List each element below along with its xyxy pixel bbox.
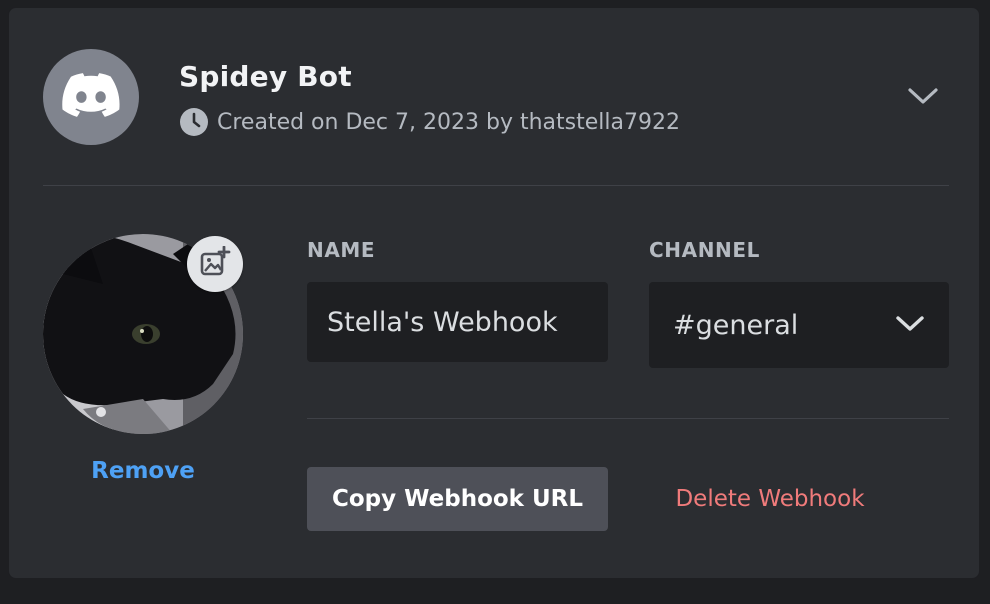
collapse-toggle[interactable] xyxy=(905,85,941,111)
remove-avatar-link[interactable]: Remove xyxy=(43,458,243,484)
name-label: NAME xyxy=(307,238,376,262)
created-text: Created on Dec 7, 2023 by thatstella7922 xyxy=(217,109,680,135)
webhook-avatar-container xyxy=(43,234,243,434)
created-info: Created on Dec 7, 2023 by thatstella7922 xyxy=(179,107,680,137)
webhook-name-input[interactable] xyxy=(307,282,608,362)
channel-select[interactable]: #general xyxy=(649,282,949,368)
chevron-down-icon xyxy=(895,310,925,341)
copy-webhook-url-button[interactable]: Copy Webhook URL xyxy=(307,467,608,531)
clock-icon xyxy=(179,107,209,137)
discord-logo-icon xyxy=(62,73,120,121)
header-divider xyxy=(43,185,949,186)
webhook-header[interactable]: Spidey Bot Created on Dec 7, 2023 by tha… xyxy=(9,8,979,186)
bot-avatar xyxy=(43,49,139,145)
chevron-down-icon xyxy=(907,86,939,110)
actions-divider xyxy=(307,418,949,419)
upload-avatar-button[interactable] xyxy=(187,236,243,292)
bot-name: Spidey Bot xyxy=(179,60,352,93)
webhook-card: Spidey Bot Created on Dec 7, 2023 by tha… xyxy=(8,7,980,579)
delete-webhook-button[interactable]: Delete Webhook xyxy=(649,467,891,531)
channel-label: CHANNEL xyxy=(649,238,760,262)
add-image-icon xyxy=(199,245,231,282)
channel-select-value: #general xyxy=(673,309,799,341)
